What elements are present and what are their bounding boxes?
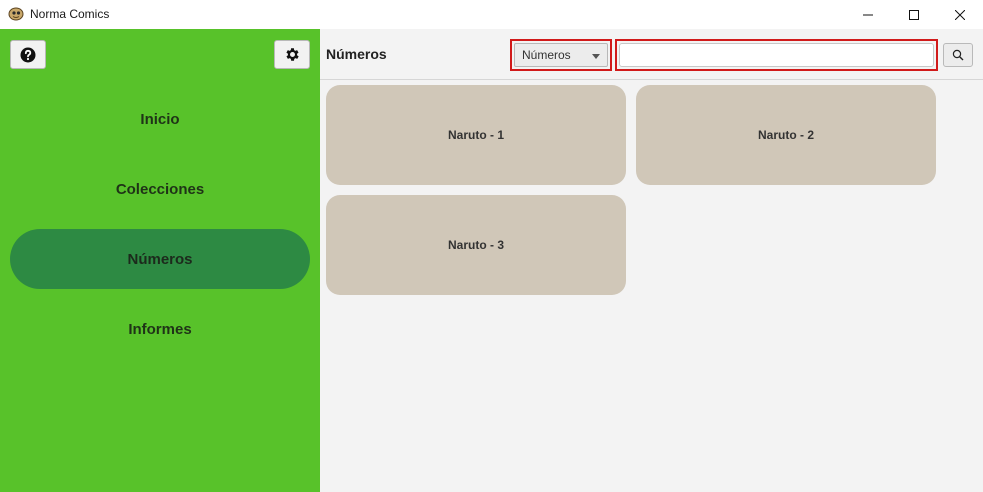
title-bar: Norma Comics <box>0 0 983 29</box>
card-label: Naruto - 1 <box>447 128 504 142</box>
sidebar: Inicio Colecciones Números Informes <box>0 29 320 492</box>
comic-card[interactable]: Naruto - 1 <box>326 85 626 185</box>
filter-select[interactable]: Números <box>514 43 608 67</box>
maximize-icon <box>909 9 919 20</box>
search-button[interactable] <box>943 43 973 67</box>
settings-button[interactable] <box>274 40 310 69</box>
sidebar-item-colecciones[interactable]: Colecciones <box>10 159 310 219</box>
header-bar: Números Números <box>320 29 983 80</box>
chevron-down-icon <box>592 54 600 59</box>
gear-icon <box>285 48 299 61</box>
maximize-button[interactable] <box>891 0 937 29</box>
page-title: Números <box>326 46 387 62</box>
filter-select-highlight: Números <box>510 39 612 71</box>
card-label: Naruto - 3 <box>447 238 504 252</box>
sidebar-item-informes[interactable]: Informes <box>10 299 310 359</box>
minimize-icon <box>863 14 873 15</box>
search-input-highlight <box>615 39 938 71</box>
sidebar-item-inicio[interactable]: Inicio <box>10 89 310 149</box>
comic-app-icon <box>8 6 24 22</box>
comic-card[interactable]: Naruto - 2 <box>636 85 936 185</box>
help-icon <box>20 47 36 62</box>
search-input[interactable] <box>619 43 934 67</box>
sidebar-item-numeros[interactable]: Números <box>10 229 310 289</box>
search-icon <box>952 49 964 61</box>
filter-selected-value: Números <box>522 48 571 62</box>
close-button[interactable] <box>937 0 983 29</box>
close-icon <box>955 9 965 20</box>
card-label: Naruto - 2 <box>757 128 814 142</box>
help-button[interactable] <box>10 40 46 69</box>
minimize-button[interactable] <box>845 0 891 29</box>
comic-card[interactable]: Naruto - 3 <box>326 195 626 295</box>
window-title: Norma Comics <box>30 7 110 21</box>
main-content: Números Números Naruto - 1 Naruto - 2 Na… <box>320 29 983 492</box>
